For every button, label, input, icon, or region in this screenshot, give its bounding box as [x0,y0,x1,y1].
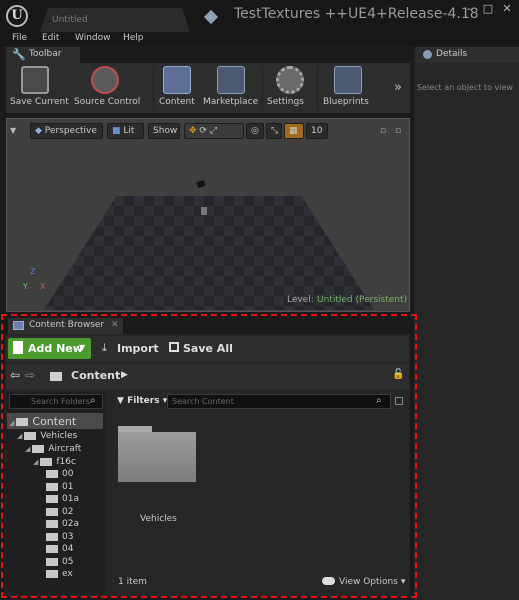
surface-snap-icon[interactable]: ⤡ [266,123,282,139]
menu-file[interactable]: File [12,33,27,43]
marketplace-icon [217,66,245,94]
menu-help[interactable]: Help [123,33,144,43]
rotate-tool-icon[interactable]: ⟳ [199,126,207,136]
content-label: Content [159,97,195,107]
toolbar-divider [153,66,154,110]
wrench-icon: 🔧 [12,48,26,61]
transform-tools[interactable]: ✥ ⟳ ⤢ [184,123,244,139]
blueprints-button[interactable]: Blueprints [322,66,382,110]
content-button[interactable]: Content [157,66,197,110]
marketplace-button[interactable]: Marketplace [201,66,259,110]
close-button[interactable]: ✕ [500,3,514,15]
marketplace-label: Marketplace [203,97,259,107]
toolbar-tab-label: Toolbar [29,49,62,59]
perspective-button[interactable]: ◆ Perspective [30,123,103,139]
level-label: Level: [287,295,314,305]
details-panel [414,47,519,600]
lit-label: Lit [123,126,135,136]
blueprints-icon [334,66,362,94]
settings-gear-icon [276,66,304,94]
blueprints-label: Blueprints [323,97,369,107]
lit-button[interactable]: ■ Lit [107,123,144,139]
grid-size-value[interactable]: 10 [306,123,328,139]
toolbar-divider [317,66,318,110]
toolbar-overflow-icon[interactable]: » [394,80,402,95]
viewport-maximize-icon[interactable]: ▫ [395,126,401,136]
show-button[interactable]: Show [148,123,180,139]
window-title: TestTextures ++UE4+Release-4.18 [234,6,479,22]
axis-x-label: X [40,282,46,291]
menu-edit[interactable]: Edit [42,33,59,43]
world-local-icon[interactable]: ◎ [246,123,264,139]
perspective-label: Perspective [44,126,97,136]
grid-snap-icon[interactable]: ▦ [284,123,304,139]
source-control-icon [91,66,119,94]
scale-tool-icon[interactable]: ⤢ [210,126,217,136]
save-icon [21,66,49,94]
settings-label: Settings [267,97,304,107]
unreal-logo-icon: U [6,5,28,27]
content-grid-icon [163,66,191,94]
save-current-button[interactable]: Save Current [9,66,69,110]
axis-z-label: Z [30,267,36,276]
scene-actor[interactable] [201,207,207,215]
minimize-button[interactable]: – [462,3,476,15]
menu-window[interactable]: Window [75,33,111,43]
document-tab-label: Untitled [52,15,88,25]
toolbar-divider [262,66,263,110]
level-name: Untitled (Persistent) [317,295,408,305]
source-control-label: Source Control [74,97,141,107]
source-control-button[interactable]: Source Control [73,66,143,110]
settings-button[interactable]: Settings [266,66,314,110]
maximize-button[interactable]: □ [481,3,495,15]
details-hint-text: Select an object to view [417,83,513,92]
viewport-options-icon[interactable]: ▼ [10,126,16,135]
details-tab-label: Details [436,49,468,59]
axis-y-label: Y [23,282,28,291]
move-tool-icon[interactable]: ✥ [189,126,197,136]
viewport-restore-icon[interactable]: ▫ [380,126,386,136]
save-current-label: Save Current [10,97,69,107]
highlight-box [1,314,417,598]
details-info-icon [423,50,432,59]
